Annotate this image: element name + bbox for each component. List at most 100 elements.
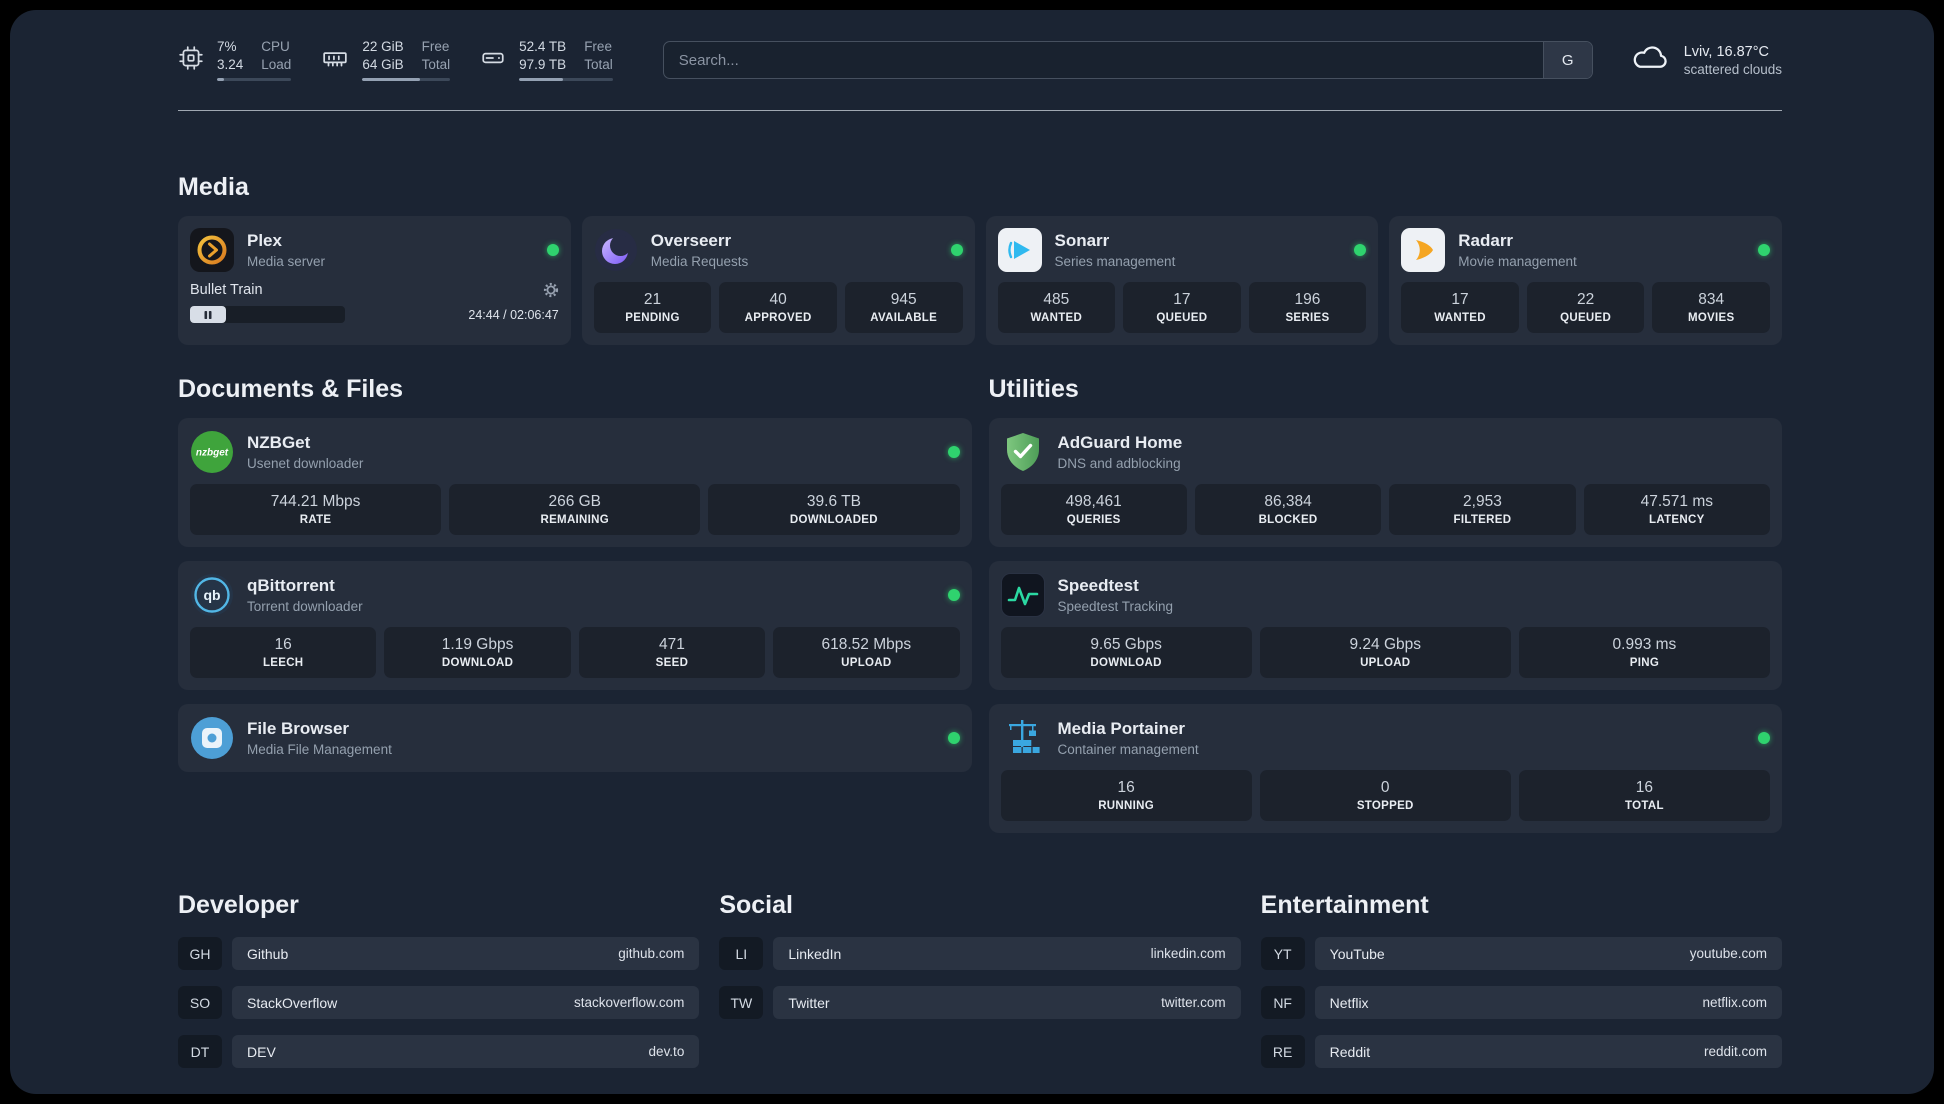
stat-label: DOWNLOAD	[1090, 657, 1162, 669]
app-card-portainer[interactable]: Media Portainer Container management 16 …	[988, 704, 1782, 833]
stat-value: 498,461	[1065, 493, 1122, 510]
stat-tile: 618.52 Mbps UPLOAD	[773, 627, 960, 678]
bookmark-group-title: Entertainment	[1260, 891, 1429, 919]
status-dot	[1758, 732, 1770, 744]
app-card-filebrowser[interactable]: File Browser Media File Management	[178, 704, 972, 772]
bookmark-name: LinkedIn	[788, 945, 842, 962]
bookmark-url: twitter.com	[1161, 995, 1226, 1010]
bookmark-abbr: LI	[719, 937, 764, 970]
stat-value: 2,953	[1463, 493, 1502, 510]
section-title-media: Media	[178, 173, 249, 201]
stat-value: 22	[1576, 291, 1595, 308]
stat-label: LEECH	[262, 657, 304, 669]
stat-label: MOVIES	[1687, 312, 1735, 324]
stat-tile: 834 MOVIES	[1652, 282, 1770, 333]
stat-label: DOWNLOADED	[789, 514, 878, 526]
stat-tile: 471 SEED	[578, 627, 766, 678]
bookmark-abbr: YT	[1260, 937, 1305, 970]
stat-value: 618.52 Mbps	[821, 636, 912, 653]
app-card-sonarr[interactable]: Sonarr Series management 485 WANTED 17 Q…	[985, 216, 1379, 345]
bookmark-reddit[interactable]: RE Reddit reddit.com	[1260, 1035, 1782, 1068]
stat-label: RATE	[299, 514, 332, 526]
app-card-radarr[interactable]: Radarr Movie management 17 WANTED 22 QUE…	[1389, 216, 1782, 345]
speedtest-icon	[1000, 573, 1045, 617]
app-card-nzbget[interactable]: nzbget NZBGet Usenet downloader 744.21 M…	[178, 418, 972, 547]
bookmark-name: StackOverflow	[247, 994, 338, 1011]
bookmark-abbr: RE	[1260, 1035, 1305, 1068]
bookmark-name: Reddit	[1329, 1043, 1371, 1060]
search-provider-button[interactable]: G	[1542, 42, 1592, 78]
disk-label-top: Free	[584, 39, 612, 55]
bookmark-linkedin[interactable]: LI LinkedIn linkedin.com	[719, 937, 1241, 970]
app-subtitle: DNS and adblocking	[1057, 456, 1181, 472]
section-documents: Documents & Files nzbget NZBGet Usenet d…	[178, 345, 972, 833]
app-subtitle: Media server	[247, 254, 326, 270]
app-card-speedtest[interactable]: Speedtest Speedtest Tracking 9.65 Gbps D…	[988, 561, 1782, 690]
stat-tile: 9.65 Gbps DOWNLOAD	[1000, 627, 1252, 678]
bookmark-stackoverflow[interactable]: SO StackOverflow stackoverflow.com	[178, 986, 700, 1019]
bookmark-group-entertainment: Entertainment YT YouTube youtube.com NF …	[1260, 891, 1782, 1084]
weather-widget: Lviv, 16.87°C scattered clouds	[1629, 43, 1782, 78]
bookmark-github[interactable]: GH Github github.com	[178, 937, 700, 970]
app-card-adguard[interactable]: AdGuard Home DNS and adblocking 498,461 …	[988, 418, 1782, 547]
app-meta: Media Portainer Container management	[1058, 719, 1199, 757]
stat-value: 196	[1294, 291, 1321, 308]
player-seek-bar[interactable]	[190, 306, 345, 323]
svg-text:nzbget: nzbget	[196, 448, 229, 459]
stat-tile: 17 WANTED	[1401, 282, 1519, 333]
stat-label: REMAINING	[540, 514, 609, 526]
app-subtitle: Usenet downloader	[247, 456, 364, 472]
stat-label: FILTERED	[1453, 514, 1512, 526]
stat-tile: 2,953 FILTERED	[1389, 484, 1576, 535]
cpu-icon	[178, 45, 204, 76]
cpu-load: 3.24	[217, 57, 244, 72]
bookmark-name: YouTube	[1329, 945, 1385, 962]
app-meta: File Browser Media File Management	[247, 719, 392, 757]
disk-widget: 52.4 TB Free 97.9 TB Total	[480, 39, 613, 81]
app-name: Overseerr	[650, 230, 732, 250]
bookmark-dev[interactable]: DT DEV dev.to	[178, 1035, 700, 1068]
stat-label: RUNNING	[1098, 800, 1154, 812]
stat-value: 21	[643, 291, 662, 308]
status-dot	[947, 732, 960, 744]
cpu-label-bottom: Load	[261, 57, 292, 72]
weather-condition: scattered clouds	[1683, 61, 1782, 77]
player-settings-icon[interactable]	[543, 282, 559, 298]
bookmark-netflix[interactable]: NF Netflix netflix.com	[1260, 986, 1782, 1019]
app-name: NZBGet	[247, 432, 311, 452]
status-dot	[1758, 244, 1770, 256]
app-card-overseerr[interactable]: Overseerr Media Requests 21 PENDING 40 A…	[581, 216, 975, 345]
disk-usage-bar	[519, 77, 613, 81]
app-name: Plex	[247, 230, 282, 250]
app-subtitle: Torrent downloader	[247, 599, 363, 615]
bookmark-group-title: Developer	[178, 891, 299, 919]
search-input[interactable]	[662, 41, 1593, 79]
stat-value: 16	[1117, 779, 1135, 796]
stat-value: 834	[1698, 291, 1725, 308]
stat-value: 40	[769, 291, 787, 308]
memory-widget: 22 GiB Free 64 GiB Total	[321, 39, 451, 81]
app-name: Radarr	[1458, 230, 1514, 250]
adguard-icon	[1001, 430, 1045, 474]
stat-tile: 22 QUEUED	[1526, 282, 1645, 333]
bookmark-url: stackoverflow.com	[574, 995, 685, 1010]
app-card-plex[interactable]: Plex Media server Bullet Train 24:44 / 0…	[178, 216, 571, 345]
status-dot	[947, 589, 960, 601]
app-meta: Overseerr Media Requests	[651, 231, 749, 269]
bookmark-youtube[interactable]: YT YouTube youtube.com	[1260, 937, 1782, 970]
overseerr-icon	[594, 228, 638, 272]
bookmark-group-developer: Developer GH Github github.com SO StackO…	[178, 891, 700, 1084]
stat-label: SEED	[655, 657, 689, 669]
memory-usage-bar	[362, 77, 451, 81]
stat-tile: 9.24 Gbps UPLOAD	[1259, 627, 1511, 678]
stat-tile: 498,461 QUERIES	[1000, 484, 1187, 535]
memory-label-top: Free	[421, 39, 450, 55]
stat-tile: 196 SERIES	[1248, 282, 1367, 333]
stat-value: 9.24 Gbps	[1349, 636, 1421, 653]
bookmark-twitter[interactable]: TW Twitter twitter.com	[719, 986, 1241, 1019]
topbar-divider	[178, 110, 1782, 111]
pause-button[interactable]	[190, 306, 226, 323]
app-name: Media Portainer	[1057, 718, 1186, 738]
app-card-qbittorrent[interactable]: qb qBittorrent Torrent downloader 16 LEE…	[178, 561, 972, 690]
topbar: 7% CPU 3.24 Load 22 GiB Free 64 GiB Tota…	[178, 36, 1782, 84]
